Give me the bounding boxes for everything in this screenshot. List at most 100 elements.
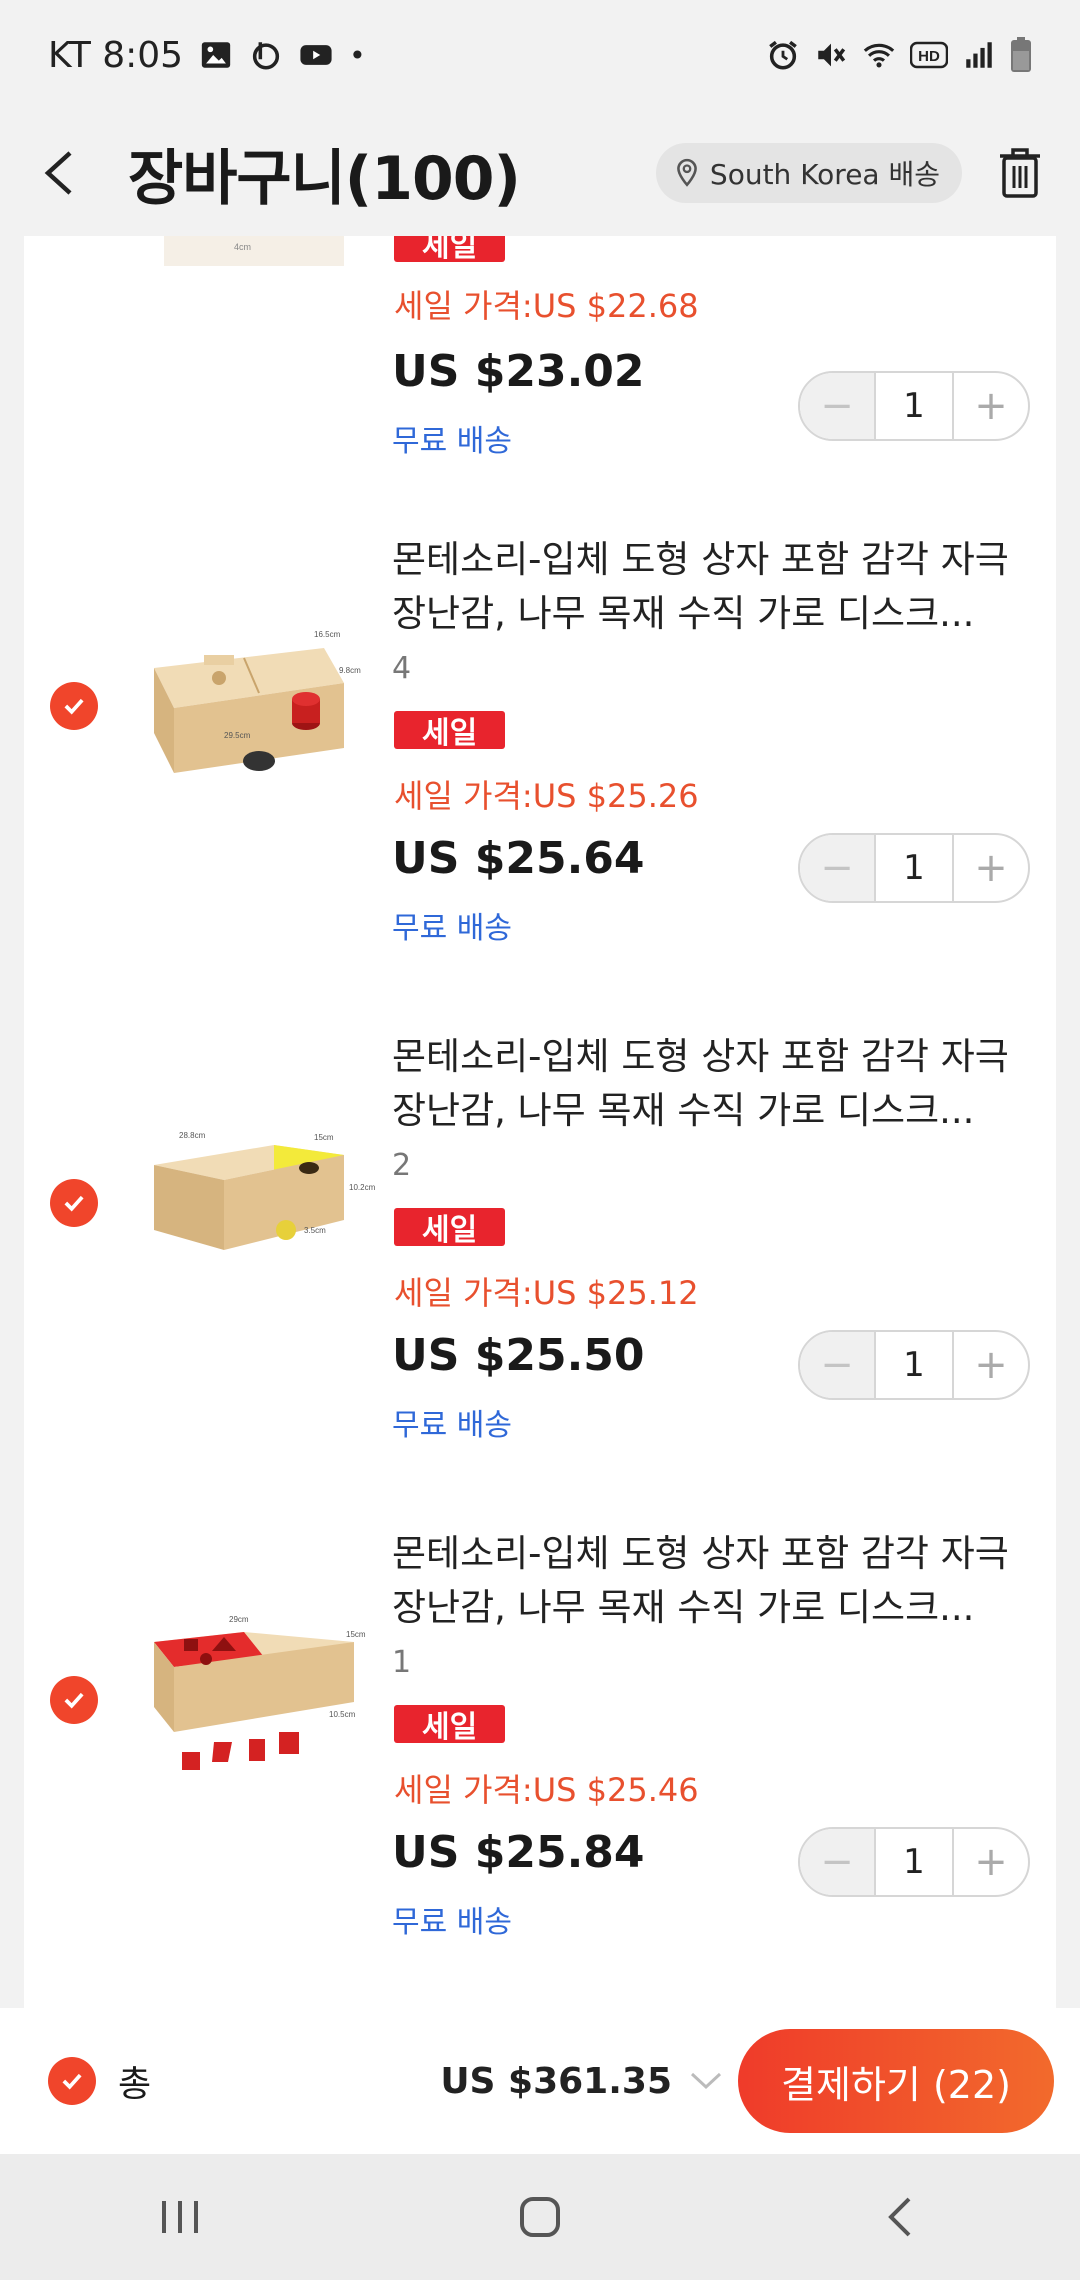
checkmark-icon bbox=[64, 698, 84, 715]
svg-text:16.5cm: 16.5cm bbox=[314, 630, 341, 639]
item-checkbox[interactable] bbox=[50, 682, 98, 730]
quantity-stepper: − 1 + bbox=[798, 1827, 1030, 1897]
wifi-icon bbox=[863, 43, 895, 68]
home-icon bbox=[520, 2197, 560, 2237]
quantity-value[interactable]: 1 bbox=[874, 1332, 954, 1398]
decrease-quantity-button[interactable]: − bbox=[800, 1332, 874, 1398]
increase-quantity-button[interactable]: + bbox=[954, 835, 1028, 901]
product-thumbnail[interactable]: 29cm 15cm 10.5cm bbox=[124, 1567, 376, 1819]
total-amount[interactable]: US $361.35 bbox=[440, 2061, 672, 2102]
system-navigation-bar bbox=[0, 2154, 1080, 2280]
decrease-quantity-button[interactable]: − bbox=[800, 1829, 874, 1895]
svg-text:4cm: 4cm bbox=[234, 242, 251, 252]
page-title: 장바구니(100) bbox=[128, 143, 521, 214]
checkout-button[interactable]: 결제하기 (22) bbox=[738, 2029, 1054, 2133]
sale-badge: 세일 bbox=[394, 1208, 506, 1248]
checkmark-icon bbox=[64, 1692, 84, 1709]
product-thumbnail[interactable]: 28.8cm 15cm 10.2cm 3.5cm bbox=[124, 1070, 376, 1322]
cart-item: 28.8cm 15cm 10.2cm 3.5cm 몬테소리-입체 도형 상자 포… bbox=[24, 1030, 1056, 1527]
checkout-summary-bar: 총 US $361.35 결제하기 (22) bbox=[0, 2008, 1080, 2154]
item-checkbox[interactable] bbox=[50, 1179, 98, 1227]
chevron-down-icon bbox=[690, 2072, 722, 2090]
sale-badge: 세일 bbox=[394, 236, 506, 264]
svg-text:29.5cm: 29.5cm bbox=[224, 731, 251, 740]
sale-price: 세일 가격:US $25.26 bbox=[394, 777, 699, 815]
quantity-stepper: − 1 + bbox=[798, 1330, 1030, 1400]
select-all-checkbox[interactable] bbox=[48, 2057, 96, 2105]
product-title[interactable]: 몬테소리-입체 도형 상자 포함 감각 자극 장난감, 나무 목재 수직 가로 … bbox=[392, 1527, 1042, 1635]
back-arrow-icon bbox=[44, 151, 72, 195]
free-shipping-label: 무료 배송 bbox=[392, 424, 512, 459]
product-title[interactable]: 몬테소리-입체 도형 상자 포함 감각 자극 장난감, 나무 목재 수직 가로 … bbox=[392, 533, 1042, 641]
cart-item: 16.5cm 29.5cm 9.8cm 몬테소리-입체 도형 상자 포함 감각 … bbox=[24, 533, 1056, 1030]
item-price: US $23.02 bbox=[392, 346, 645, 397]
status-dot: • bbox=[349, 38, 366, 72]
quantity-value[interactable]: 1 bbox=[874, 835, 954, 901]
battery-icon bbox=[1011, 37, 1031, 72]
ship-to-label: South Korea 배송 bbox=[709, 158, 940, 191]
cart-item: 29cm 15cm 10.5cm 몬테소리-입체 도형 상자 포함 감각 자극 … bbox=[24, 1527, 1056, 2008]
item-price: US $25.50 bbox=[392, 1330, 645, 1381]
item-checkbox[interactable] bbox=[50, 1676, 98, 1724]
product-title[interactable]: 몬테소리-입체 도형 상자 포함 감각 자극 장난감, 나무 목재 수직 가로 … bbox=[392, 1030, 1042, 1138]
product-variant: 2 bbox=[392, 1148, 412, 1183]
svg-text:3.5cm: 3.5cm bbox=[304, 1226, 326, 1235]
checkmark-icon bbox=[64, 1195, 84, 1212]
delete-button[interactable] bbox=[990, 143, 1050, 203]
total-details-toggle[interactable] bbox=[688, 2063, 724, 2099]
back-chevron-icon bbox=[888, 2197, 911, 2237]
gallery-icon bbox=[201, 42, 231, 68]
svg-text:10.2cm: 10.2cm bbox=[349, 1183, 376, 1192]
quantity-stepper: − 1 + bbox=[798, 833, 1030, 903]
checkmark-icon bbox=[62, 2073, 82, 2090]
hd-icon: HD bbox=[910, 41, 948, 69]
free-shipping-label: 무료 배송 bbox=[392, 911, 512, 946]
sale-price: 세일 가격:US $25.12 bbox=[394, 1274, 699, 1312]
alarm-icon bbox=[769, 40, 797, 70]
product-variant: 4 bbox=[392, 651, 412, 686]
back-button[interactable] bbox=[30, 145, 86, 201]
total-label: 총 bbox=[118, 2064, 152, 2105]
svg-text:15cm: 15cm bbox=[346, 1630, 366, 1639]
signal-icon bbox=[966, 42, 992, 68]
item-price: US $25.84 bbox=[392, 1827, 645, 1878]
system-back-button[interactable] bbox=[860, 2177, 940, 2257]
cart-item: 4cm 세일 세일 가격:US $22.68 US $23.02 무료 배송 −… bbox=[24, 236, 1056, 473]
svg-text:15cm: 15cm bbox=[314, 1133, 334, 1142]
sale-price: 세일 가격:US $22.68 bbox=[394, 287, 699, 325]
sale-badge: 세일 bbox=[394, 711, 506, 751]
b-app-icon bbox=[252, 42, 280, 70]
decrease-quantity-button[interactable]: − bbox=[800, 373, 874, 439]
svg-text:28.8cm: 28.8cm bbox=[179, 1131, 206, 1140]
increase-quantity-button[interactable]: + bbox=[954, 1332, 1028, 1398]
recent-apps-icon bbox=[162, 2201, 198, 2233]
mute-icon bbox=[818, 43, 846, 67]
increase-quantity-button[interactable]: + bbox=[954, 373, 1028, 439]
home-button[interactable] bbox=[500, 2177, 580, 2257]
cart-list: 4cm 세일 세일 가격:US $22.68 US $23.02 무료 배송 −… bbox=[24, 236, 1056, 2008]
youtube-icon bbox=[300, 45, 332, 65]
status-bar: KT 8:05 • HD bbox=[0, 0, 1080, 110]
product-variant: 1 bbox=[392, 1645, 412, 1680]
sale-badge: 세일 bbox=[394, 1705, 506, 1745]
product-thumbnail[interactable]: 16.5cm 29.5cm 9.8cm bbox=[124, 573, 376, 825]
status-carrier-time: KT 8:05 bbox=[48, 34, 184, 76]
sale-price: 세일 가격:US $25.46 bbox=[394, 1771, 699, 1809]
product-thumbnail[interactable]: 4cm bbox=[124, 236, 376, 488]
recent-apps-button[interactable] bbox=[140, 2177, 220, 2257]
quantity-stepper: − 1 + bbox=[798, 371, 1030, 441]
ship-to-selector[interactable]: South Korea 배송 bbox=[655, 143, 962, 203]
trash-icon bbox=[1000, 148, 1040, 198]
svg-text:9.8cm: 9.8cm bbox=[339, 666, 361, 675]
svg-text:10.5cm: 10.5cm bbox=[329, 1710, 356, 1719]
item-price: US $25.64 bbox=[392, 833, 645, 884]
decrease-quantity-button[interactable]: − bbox=[800, 835, 874, 901]
quantity-value[interactable]: 1 bbox=[874, 1829, 954, 1895]
svg-text:HD: HD bbox=[918, 48, 940, 65]
svg-text:29cm: 29cm bbox=[229, 1615, 249, 1624]
quantity-value[interactable]: 1 bbox=[874, 373, 954, 439]
free-shipping-label: 무료 배송 bbox=[392, 1905, 512, 1940]
header: 장바구니(100) South Korea 배송 bbox=[0, 110, 1080, 236]
increase-quantity-button[interactable]: + bbox=[954, 1829, 1028, 1895]
location-pin-icon bbox=[677, 158, 697, 187]
